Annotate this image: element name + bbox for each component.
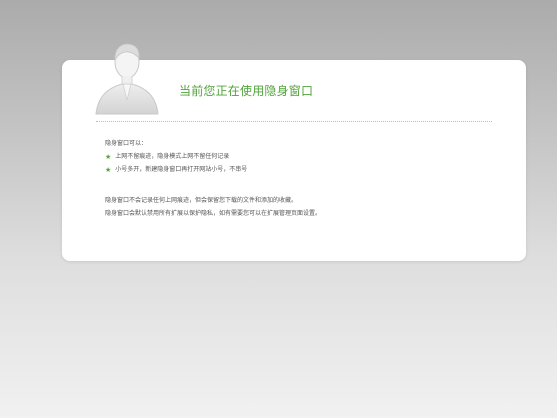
intro-text: 隐身窗口可以： — [105, 140, 148, 147]
page-title: 当前您正在使用隐身窗口 — [179, 84, 314, 98]
feature-item: ★ 上网不留痕迹，隐身模式上网不留任何记录 — [105, 153, 229, 161]
divider — [96, 121, 492, 122]
privacy-note: 隐身窗口会默认禁用所有扩展以保护隐私，如有需要您可以在扩展管理页面设置。 — [105, 210, 322, 217]
incognito-person-icon — [95, 43, 159, 115]
feature-item: ★ 小号多开，新建隐身窗口再打开网站小号，不串号 — [105, 166, 247, 174]
star-icon: ★ — [105, 153, 112, 161]
star-icon: ★ — [105, 166, 112, 174]
feature-text: 小号多开，新建隐身窗口再打开网站小号，不串号 — [115, 166, 248, 173]
feature-text: 上网不留痕迹，隐身模式上网不留任何记录 — [115, 153, 230, 160]
privacy-note: 隐身窗口不会记录任何上网痕迹，但会保留您下载的文件和添加的收藏。 — [105, 197, 298, 204]
